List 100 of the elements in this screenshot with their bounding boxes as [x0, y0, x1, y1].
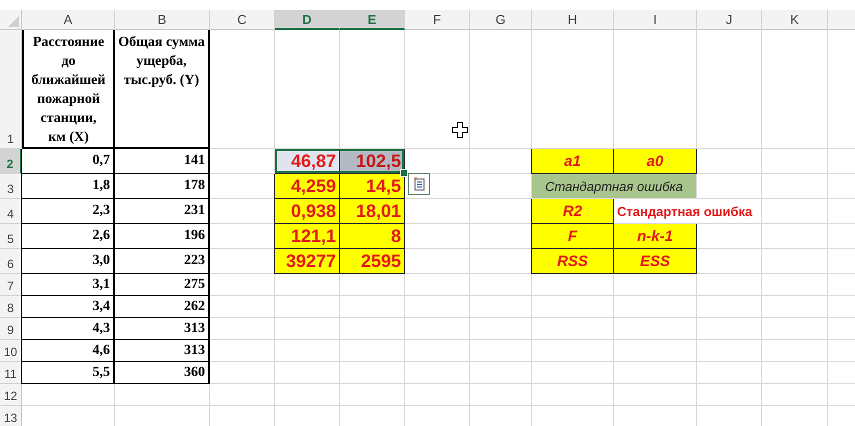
empty-cell: [340, 296, 405, 318]
label-cell: n-k-1: [614, 224, 697, 249]
empty-cell: [210, 384, 275, 406]
paste-options-icon[interactable]: [408, 173, 430, 195]
number-cell: 3,1: [22, 274, 115, 296]
number-cell: 262: [115, 296, 210, 318]
empty-cell: [210, 296, 275, 318]
column-heading: Общая сумма ущерба, тыс.руб. (Y): [115, 30, 210, 149]
number-cell: 231: [115, 199, 210, 224]
label-cell: F: [532, 224, 614, 249]
row-header[interactable]: 6: [0, 249, 22, 274]
column-header[interactable]: E: [340, 10, 405, 30]
number-cell: 2,6: [22, 224, 115, 249]
number-cell: 223: [115, 249, 210, 274]
row-header[interactable]: 12: [0, 384, 22, 406]
value-cell: 14,5: [340, 174, 405, 199]
row-header[interactable]: 13: [0, 406, 22, 426]
row-header[interactable]: 8: [0, 296, 22, 318]
label-cell: a0: [614, 149, 697, 174]
empty-cell: [470, 384, 532, 406]
row-header[interactable]: 9: [0, 318, 22, 340]
empty-cell: [340, 362, 405, 384]
empty-cell: [405, 296, 470, 318]
number-cell: 2,3: [22, 199, 115, 224]
number-cell: 4,6: [22, 340, 115, 362]
empty-cell: [762, 362, 828, 384]
fill-handle[interactable]: [400, 169, 408, 177]
number-cell: 178: [115, 174, 210, 199]
empty-cell: [762, 318, 828, 340]
empty-cell: [470, 274, 532, 296]
empty-cell: [275, 318, 340, 340]
value-cell: 4,259: [275, 174, 340, 199]
column-header[interactable]: I: [614, 10, 697, 30]
value-cell: 18,01: [340, 199, 405, 224]
empty-cell: [762, 199, 828, 224]
row-header[interactable]: 11: [0, 362, 22, 384]
empty-cell: [405, 274, 470, 296]
empty-cell: [275, 384, 340, 406]
empty-cell: [275, 296, 340, 318]
column-header[interactable]: C: [210, 10, 275, 30]
row-header[interactable]: 2: [0, 149, 22, 174]
empty-cell: [405, 340, 470, 362]
empty-cell: [405, 318, 470, 340]
empty-cell: [405, 384, 470, 406]
row-header[interactable]: 1: [0, 30, 22, 149]
empty-cell: [762, 149, 828, 174]
empty-cell: [340, 384, 405, 406]
label-cell: R2: [532, 199, 614, 224]
empty-cell: [470, 340, 532, 362]
number-cell: 141: [115, 149, 210, 174]
number-cell: 0,7: [22, 149, 115, 174]
number-cell: 275: [115, 274, 210, 296]
merged-cell: Стандартная ошибка: [532, 174, 697, 199]
empty-cell: [697, 362, 762, 384]
empty-cell: [340, 340, 405, 362]
number-cell: 1,8: [22, 174, 115, 199]
column-header[interactable]: H: [532, 10, 614, 30]
empty-cell: [697, 296, 762, 318]
column-header[interactable]: D: [275, 10, 340, 30]
number-cell: 4,3: [22, 318, 115, 340]
column-header[interactable]: F: [405, 10, 470, 30]
row-header[interactable]: 3: [0, 174, 22, 199]
empty-cell: [275, 274, 340, 296]
empty-cell: [210, 362, 275, 384]
label-cell: a1: [532, 149, 614, 174]
value-cell: 46,87: [275, 149, 340, 174]
empty-cell: [762, 340, 828, 362]
column-header[interactable]: J: [697, 10, 762, 30]
empty-cell: [762, 249, 828, 274]
value-cell: 8: [340, 224, 405, 249]
row-header[interactable]: 10: [0, 340, 22, 362]
column-header[interactable]: A: [22, 10, 115, 30]
label-cell: RSS: [532, 249, 614, 274]
empty-cell: [470, 318, 532, 340]
empty-cell: [697, 318, 762, 340]
column-header[interactable]: B: [115, 10, 210, 30]
column-header[interactable]: G: [470, 10, 532, 30]
row-header[interactable]: 5: [0, 224, 22, 249]
value-cell: 2595: [340, 249, 405, 274]
empty-cell: [275, 362, 340, 384]
value-cell: 39277: [275, 249, 340, 274]
number-cell: 5,5: [22, 362, 115, 384]
empty-cell: [340, 274, 405, 296]
number-cell: 3,4: [22, 296, 115, 318]
empty-cell: [210, 318, 275, 340]
empty-cell: [470, 296, 532, 318]
row-header[interactable]: 7: [0, 274, 22, 296]
empty-cell: [405, 362, 470, 384]
empty-cell: [210, 340, 275, 362]
empty-cell: [762, 224, 828, 249]
label-cell: ESS: [614, 249, 697, 274]
value-cell: 0,938: [275, 199, 340, 224]
row-header[interactable]: 4: [0, 199, 22, 224]
empty-cell: [697, 340, 762, 362]
empty-cell: [762, 296, 828, 318]
column-header[interactable]: K: [762, 10, 828, 30]
cursor-icon: [452, 122, 468, 138]
empty-cell: [697, 274, 762, 296]
empty-cell: [470, 362, 532, 384]
empty-cell: [210, 274, 275, 296]
